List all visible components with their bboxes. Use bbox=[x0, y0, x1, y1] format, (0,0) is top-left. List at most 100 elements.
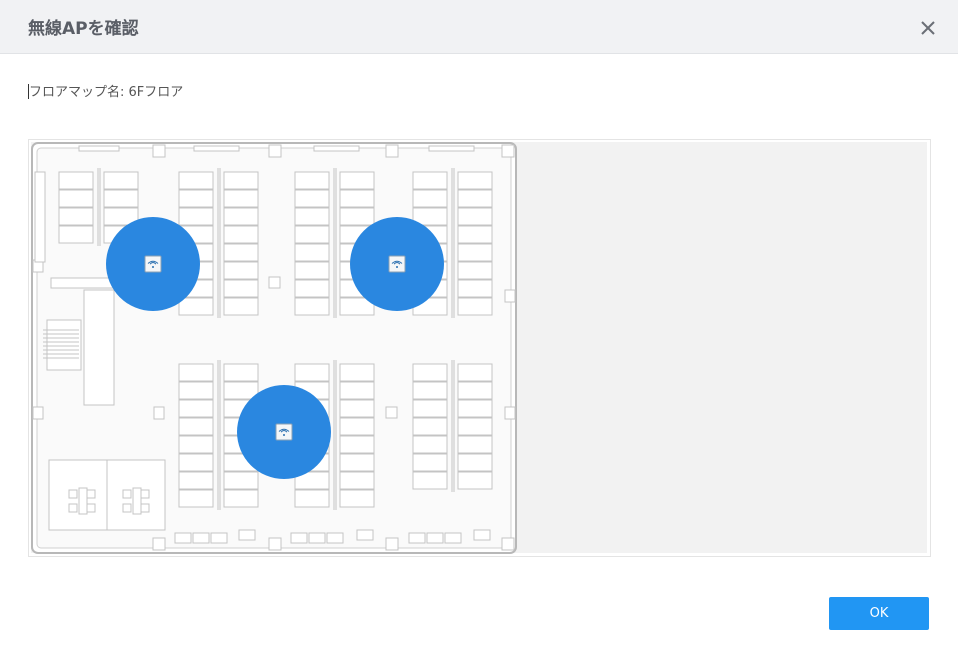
desk bbox=[457, 189, 493, 208]
desk bbox=[294, 189, 330, 208]
desk bbox=[294, 225, 330, 244]
desk bbox=[412, 399, 448, 418]
desk bbox=[412, 471, 448, 490]
desk bbox=[58, 171, 94, 190]
desk bbox=[294, 207, 330, 226]
desk bbox=[457, 225, 493, 244]
desk bbox=[223, 261, 259, 280]
desk bbox=[339, 435, 375, 454]
storage bbox=[210, 532, 228, 544]
desk bbox=[339, 207, 375, 226]
desk bbox=[339, 171, 375, 190]
desk bbox=[457, 381, 493, 400]
desk bbox=[178, 417, 214, 436]
desk bbox=[457, 279, 493, 298]
desk bbox=[457, 363, 493, 382]
floor-map bbox=[31, 142, 517, 554]
desk bbox=[457, 435, 493, 454]
desk bbox=[294, 297, 330, 316]
column bbox=[504, 289, 516, 303]
floor-map-name: フロアマップ名: 6Fフロア bbox=[28, 81, 183, 100]
column bbox=[32, 406, 44, 420]
dialog-header: 無線APを確認 bbox=[0, 0, 958, 54]
column bbox=[152, 537, 166, 551]
desk bbox=[178, 453, 214, 472]
storage bbox=[473, 529, 491, 541]
desk bbox=[457, 261, 493, 280]
storage bbox=[326, 532, 344, 544]
desk bbox=[294, 243, 330, 262]
desk bbox=[58, 189, 94, 208]
close-icon[interactable] bbox=[916, 16, 940, 40]
desk bbox=[58, 225, 94, 244]
desk bbox=[58, 207, 94, 226]
column bbox=[385, 144, 399, 158]
shaft bbox=[34, 171, 46, 263]
desk bbox=[103, 189, 139, 208]
desk bbox=[103, 171, 139, 190]
desk bbox=[178, 435, 214, 454]
desk bbox=[339, 417, 375, 436]
desk bbox=[223, 171, 259, 190]
column bbox=[504, 406, 516, 420]
desk bbox=[457, 171, 493, 190]
floor-map-panel bbox=[28, 139, 931, 557]
storage bbox=[356, 529, 374, 541]
table bbox=[132, 487, 142, 515]
column bbox=[501, 144, 515, 158]
storage bbox=[408, 532, 426, 544]
desk bbox=[223, 207, 259, 226]
desk bbox=[223, 225, 259, 244]
column bbox=[153, 406, 165, 420]
desk bbox=[339, 189, 375, 208]
desk bbox=[412, 171, 448, 190]
desk bbox=[223, 381, 259, 400]
desk bbox=[457, 399, 493, 418]
desk bbox=[223, 363, 259, 382]
desk bbox=[457, 453, 493, 472]
desk bbox=[223, 297, 259, 316]
ap-device-box bbox=[388, 255, 406, 273]
desk bbox=[178, 171, 214, 190]
chair bbox=[68, 503, 78, 513]
access-point-3[interactable] bbox=[237, 385, 331, 479]
desk bbox=[178, 207, 214, 226]
chair bbox=[86, 503, 96, 513]
window bbox=[78, 145, 120, 152]
window bbox=[193, 145, 240, 152]
desk bbox=[457, 471, 493, 490]
storage bbox=[174, 532, 192, 544]
window bbox=[313, 145, 360, 152]
column bbox=[501, 537, 515, 551]
ok-button[interactable]: OK bbox=[829, 597, 929, 630]
desk bbox=[178, 297, 214, 316]
desk bbox=[178, 363, 214, 382]
floor-map-name-text: フロアマップ名: 6Fフロア bbox=[29, 85, 184, 100]
desk bbox=[223, 279, 259, 298]
desk bbox=[339, 471, 375, 490]
desk bbox=[412, 435, 448, 454]
desk bbox=[412, 417, 448, 436]
access-point-2[interactable] bbox=[350, 217, 444, 311]
storage bbox=[308, 532, 326, 544]
desk bbox=[294, 171, 330, 190]
column bbox=[268, 537, 282, 551]
desk bbox=[339, 363, 375, 382]
desk bbox=[412, 363, 448, 382]
access-point-1[interactable] bbox=[106, 217, 200, 311]
desk bbox=[294, 363, 330, 382]
window bbox=[428, 145, 475, 152]
desk bbox=[339, 399, 375, 418]
chair bbox=[122, 489, 132, 499]
storage bbox=[192, 532, 210, 544]
ap-device-box bbox=[144, 255, 162, 273]
desk bbox=[223, 243, 259, 262]
storage bbox=[444, 532, 462, 544]
desk bbox=[457, 417, 493, 436]
desk bbox=[178, 189, 214, 208]
chair bbox=[86, 489, 96, 499]
stair bbox=[46, 319, 82, 371]
column bbox=[152, 144, 166, 158]
chair bbox=[140, 503, 150, 513]
desk bbox=[178, 381, 214, 400]
